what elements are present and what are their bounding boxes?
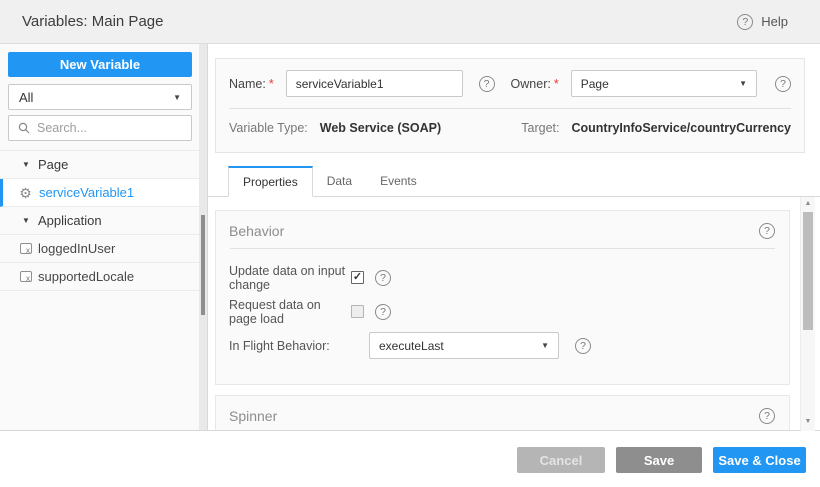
content-scrollbar-thumb[interactable] <box>803 212 813 330</box>
tab-data[interactable]: Data <box>313 166 366 196</box>
owner-label: Owner: <box>511 77 551 91</box>
field-in-flight-behavior: In Flight Behavior: executeLast ▼ ? <box>229 332 776 359</box>
dialog-header: Variables: Main Page ? Help <box>0 0 820 44</box>
tree-group-page[interactable]: ▼ Page <box>0 151 199 179</box>
field-label: Update data on input change <box>229 264 351 292</box>
tab-label: Events <box>380 174 417 188</box>
variable-summary-panel: Name: * ? Owner: * Page ▼ ? Variable Typ… <box>215 58 805 153</box>
variable-filter-select[interactable]: All ▼ <box>8 84 192 110</box>
field-help-icon[interactable]: ? <box>375 270 391 286</box>
detail-tabs: Properties Data Events <box>208 167 820 197</box>
tree-item-supportedlocale[interactable]: x supportedLocale <box>0 263 199 291</box>
variable-type-value: Web Service (SOAP) <box>320 121 441 135</box>
sidebar-scrollbar-thumb[interactable] <box>201 215 205 315</box>
required-asterisk: * <box>269 77 274 91</box>
field-help-icon[interactable]: ? <box>575 338 591 354</box>
tree-item-label: supportedLocale <box>38 269 134 284</box>
owner-help-icon[interactable]: ? <box>775 76 791 92</box>
chevron-down-icon: ▼ <box>541 341 549 350</box>
in-flight-behavior-select[interactable]: executeLast ▼ <box>369 332 559 359</box>
owner-select[interactable]: Page ▼ <box>571 70 757 97</box>
variable-type-label: Variable Type: <box>229 121 308 135</box>
owner-value: Page <box>581 77 609 91</box>
update-data-checkbox[interactable] <box>351 271 364 284</box>
dialog-footer: Cancel Save Save & Close <box>517 447 806 473</box>
tree-group-application[interactable]: ▼ Application <box>0 207 199 235</box>
tree-group-label: Page <box>38 157 68 172</box>
behavior-help-icon[interactable]: ? <box>759 223 775 239</box>
variable-filter-value: All <box>19 90 33 105</box>
field-request-on-page-load: Request data on page load ? <box>229 298 776 325</box>
collapse-caret-icon[interactable]: ▼ <box>22 161 32 169</box>
target-value: CountryInfoService/countryCurrency <box>572 121 792 135</box>
cancel-button[interactable]: Cancel <box>517 447 605 473</box>
scroll-up-icon[interactable]: ▲ <box>801 199 815 209</box>
in-flight-behavior-value: executeLast <box>379 339 444 353</box>
chevron-down-icon: ▼ <box>739 79 747 88</box>
field-label: In Flight Behavior: <box>229 339 351 353</box>
search-icon <box>18 122 30 134</box>
properties-tab-content: Behavior ? Update data on input change ?… <box>208 197 820 431</box>
sidebar-scrollbar[interactable] <box>199 44 207 430</box>
variables-sidebar: New Variable All ▼ ▼ Page ⚙ serviceVaria… <box>0 44 208 431</box>
tree-item-loggedinuser[interactable]: x loggedInUser <box>0 235 199 263</box>
name-field[interactable] <box>286 70 463 97</box>
chevron-down-icon: ▼ <box>173 93 181 102</box>
tab-events[interactable]: Events <box>366 166 431 196</box>
field-help-icon[interactable]: ? <box>375 304 391 320</box>
tree-group-label: Application <box>38 213 102 228</box>
help-link[interactable]: ? Help <box>737 14 788 30</box>
name-owner-row: Name: * ? Owner: * Page ▼ ? <box>229 70 791 97</box>
variable-search[interactable] <box>8 115 192 141</box>
page-title: Variables: Main Page <box>22 13 163 30</box>
tab-label: Properties <box>243 175 298 189</box>
variable-icon: x <box>20 243 32 254</box>
name-label: Name: <box>229 77 266 91</box>
tree-item-servicevariable1[interactable]: ⚙ serviceVariable1 <box>0 179 199 207</box>
name-help-icon[interactable]: ? <box>479 76 495 92</box>
field-update-on-input-change: Update data on input change ? <box>229 264 776 291</box>
search-input[interactable] <box>37 121 182 135</box>
spinner-section: Spinner ? <box>215 395 790 431</box>
variables-tree: ▼ Page ⚙ serviceVariable1 ▼ Application … <box>0 150 199 291</box>
behavior-section-title: Behavior <box>229 223 284 239</box>
new-variable-button[interactable]: New Variable <box>8 52 192 77</box>
help-question-icon: ? <box>737 14 753 30</box>
tree-item-label: loggedInUser <box>38 241 115 256</box>
field-label: Request data on page load <box>229 298 351 326</box>
request-data-checkbox[interactable] <box>351 305 364 318</box>
behavior-section: Behavior ? Update data on input change ?… <box>215 210 790 385</box>
collapse-caret-icon[interactable]: ▼ <box>22 217 32 225</box>
type-target-row: Variable Type: Web Service (SOAP) Target… <box>229 121 791 135</box>
spinner-section-title: Spinner <box>229 408 277 424</box>
variables-dialog: Variables: Main Page ? Help New Variable… <box>0 0 820 487</box>
content-scrollbar[interactable]: ▲ ▼ <box>800 197 815 431</box>
required-asterisk: * <box>554 77 559 91</box>
scroll-down-icon[interactable]: ▼ <box>801 417 815 427</box>
tab-label: Data <box>327 174 352 188</box>
summary-divider <box>229 108 791 109</box>
gear-icon: ⚙ <box>18 186 33 200</box>
spinner-help-icon[interactable]: ? <box>759 408 775 424</box>
help-label: Help <box>761 14 788 29</box>
tree-item-label: serviceVariable1 <box>39 185 134 200</box>
tab-properties[interactable]: Properties <box>228 166 313 197</box>
save-button[interactable]: Save <box>616 447 702 473</box>
target-label: Target: <box>521 121 559 135</box>
variable-icon: x <box>20 271 32 282</box>
save-and-close-button[interactable]: Save & Close <box>713 447 806 473</box>
